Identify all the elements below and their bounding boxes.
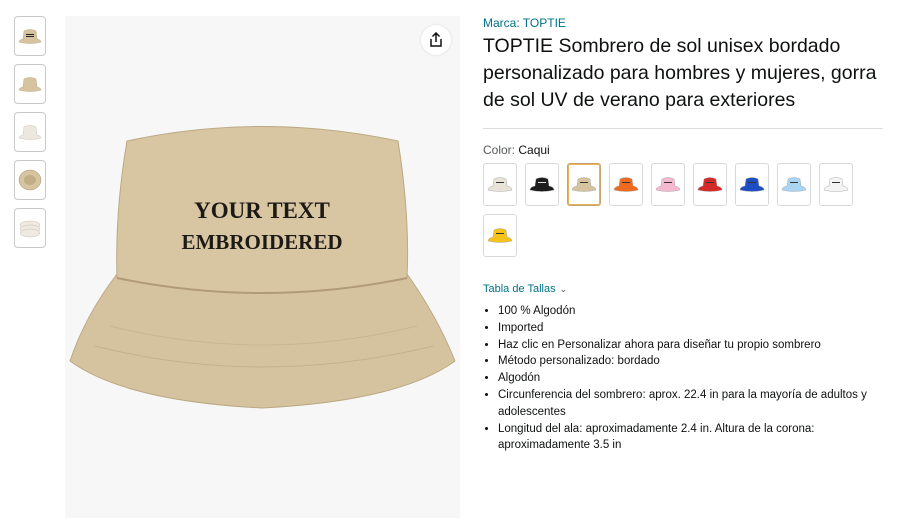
thumbnail-strip bbox=[14, 16, 50, 256]
size-chart-label: Tabla de Tallas bbox=[483, 283, 556, 295]
embroidery-line-1: YOUR TEXT bbox=[194, 198, 330, 223]
product-title: TOPTIE Sombrero de sol unisex bordado pe… bbox=[483, 35, 877, 111]
color-label: Color: bbox=[483, 143, 516, 157]
hat-swatch-icon bbox=[487, 176, 513, 192]
hat-swatch-icon bbox=[655, 176, 681, 192]
color-swatch-beige-claro[interactable] bbox=[483, 163, 517, 206]
color-swatch-rosa[interactable] bbox=[651, 163, 685, 206]
bucket-hat-image: YOUR TEXT EMBROIDERED bbox=[69, 126, 456, 409]
thumbnail-4[interactable] bbox=[14, 160, 46, 200]
feature-bullet: Imported bbox=[498, 320, 888, 337]
thumbnail-1[interactable] bbox=[14, 16, 46, 56]
chevron-down-icon: ⌄ bbox=[559, 284, 568, 294]
hat-inside-icon bbox=[18, 169, 42, 191]
feature-bullet: Método personalizado: bordado bbox=[498, 353, 888, 370]
feature-bullet: Haz clic en Personalizar ahora para dise… bbox=[498, 337, 888, 354]
embroidery-line-2: EMBROIDERED bbox=[181, 230, 342, 254]
hat-swatch-icon bbox=[739, 176, 765, 192]
hat-swatch-icon bbox=[571, 176, 597, 192]
thumbnail-5[interactable] bbox=[14, 208, 46, 248]
hat-swatch-icon bbox=[613, 176, 639, 192]
color-swatch-blanco[interactable] bbox=[819, 163, 853, 206]
color-swatch-azul-claro[interactable] bbox=[777, 163, 811, 206]
color-selector-label: Color: Caqui bbox=[483, 143, 888, 157]
product-details: Marca: TOPTIE TOPTIE Sombrero de sol uni… bbox=[483, 16, 888, 454]
color-swatch-rojo[interactable] bbox=[693, 163, 727, 206]
share-icon bbox=[430, 32, 442, 47]
selected-color: Caqui bbox=[518, 143, 550, 157]
hat-swatch-icon bbox=[697, 176, 723, 192]
hat-image-icon bbox=[18, 77, 42, 92]
brand-link[interactable]: Marca: TOPTIE bbox=[483, 16, 888, 30]
feature-bullet: Algodón bbox=[498, 370, 888, 387]
main-product-image[interactable]: YOUR TEXT EMBROIDERED bbox=[65, 16, 460, 518]
hat-stack-icon bbox=[19, 220, 41, 238]
size-chart-link[interactable]: Tabla de Tallas ⌄ bbox=[483, 283, 888, 295]
color-swatches bbox=[483, 163, 873, 265]
divider bbox=[483, 128, 883, 129]
thumbnail-2[interactable] bbox=[14, 64, 46, 104]
feature-bullet: 100 % Algodón bbox=[498, 303, 888, 320]
color-swatch-caqui[interactable] bbox=[567, 163, 601, 206]
color-swatch-amarillo[interactable] bbox=[483, 214, 517, 257]
color-swatch-negro[interactable] bbox=[525, 163, 559, 206]
hat-swatch-icon bbox=[823, 176, 849, 192]
color-swatch-naranja[interactable] bbox=[609, 163, 643, 206]
color-swatch-azul[interactable] bbox=[735, 163, 769, 206]
thumbnail-3[interactable] bbox=[14, 112, 46, 152]
feature-bullets: 100 % AlgodónImportedHaz clic en Persona… bbox=[483, 303, 888, 454]
hat-swatch-icon bbox=[781, 176, 807, 192]
hat-image-icon bbox=[18, 125, 42, 140]
hat-swatch-icon bbox=[487, 227, 513, 243]
feature-bullet: Longitud del ala: aproximadamente 2.4 in… bbox=[498, 421, 888, 455]
feature-bullet: Circunferencia del sombrero: aprox. 22.4… bbox=[498, 387, 888, 421]
hat-swatch-icon bbox=[529, 176, 555, 192]
share-button[interactable] bbox=[421, 25, 451, 55]
hat-image-icon bbox=[18, 29, 42, 44]
